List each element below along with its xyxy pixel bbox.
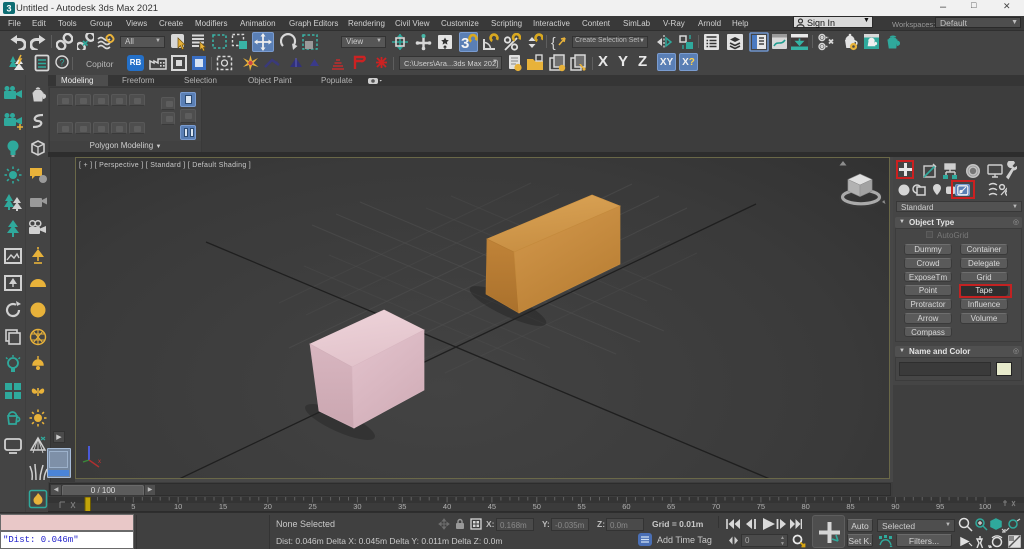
svg-text:x: x (98, 459, 101, 465)
svg-text:35: 35 (398, 502, 406, 511)
svg-text:60: 60 (622, 502, 630, 511)
svg-text:65: 65 (667, 502, 675, 511)
svg-text:{: { (551, 34, 556, 50)
svg-text:?: ? (59, 58, 64, 68)
svg-text:50: 50 (533, 502, 541, 511)
svg-text:3: 3 (6, 4, 11, 14)
svg-text:90: 90 (891, 502, 899, 511)
svg-text:20: 20 (264, 502, 272, 511)
svg-text:5: 5 (131, 502, 135, 511)
svg-text:70: 70 (712, 502, 720, 511)
svg-text:40: 40 (443, 502, 451, 511)
svg-text:55: 55 (577, 502, 585, 511)
svg-text:25: 25 (308, 502, 316, 511)
svg-text:30: 30 (353, 502, 361, 511)
svg-text:100: 100 (979, 502, 992, 511)
svg-text:3: 3 (461, 35, 469, 51)
svg-text:15: 15 (219, 502, 227, 511)
svg-text:95: 95 (936, 502, 944, 511)
svg-text:80: 80 (802, 502, 810, 511)
svg-text:45: 45 (488, 502, 496, 511)
svg-text:85: 85 (846, 502, 854, 511)
svg-text:10: 10 (174, 502, 182, 511)
svg-text:75: 75 (757, 502, 765, 511)
